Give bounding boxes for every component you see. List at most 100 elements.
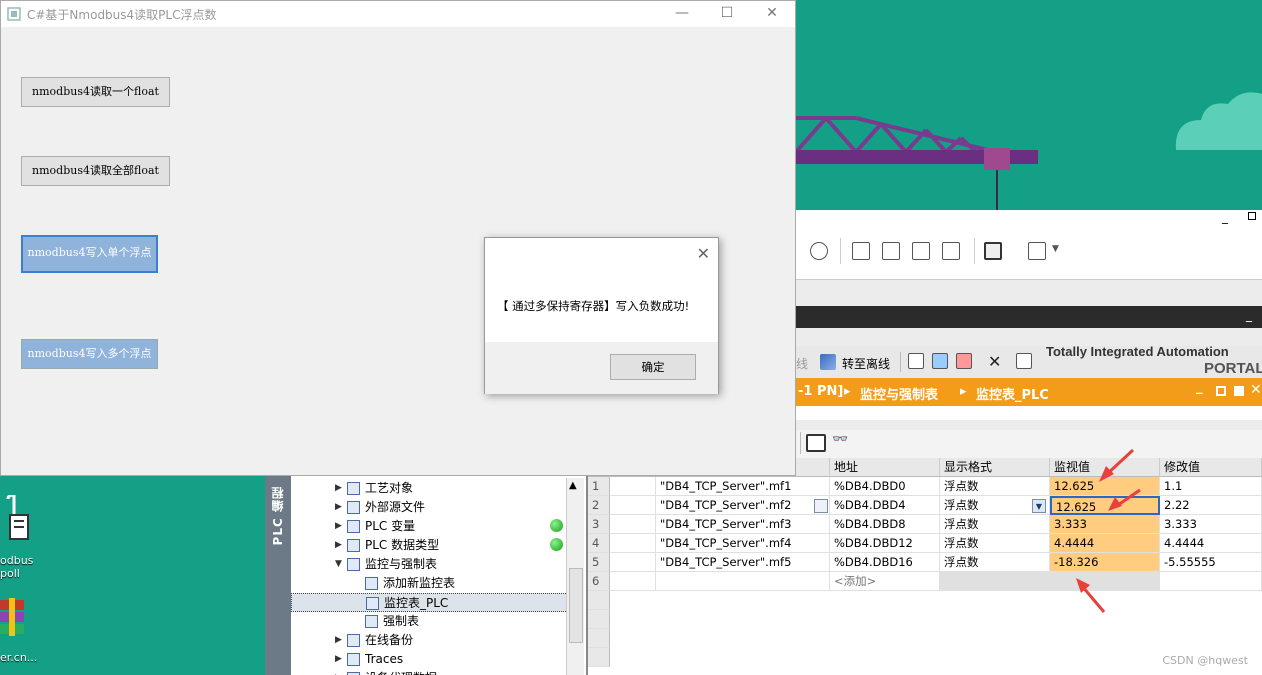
chevron-right-icon[interactable]: ▶	[335, 631, 342, 650]
msgbox-ok-button[interactable]: 确定	[610, 354, 696, 380]
row-modify-value[interactable]: 1.1	[1160, 477, 1262, 496]
tree-item[interactable]: 添加新监控表	[291, 574, 568, 593]
chevron-right-icon[interactable]: ▶	[335, 669, 342, 675]
fit-window-icon[interactable]	[912, 242, 930, 260]
row-name[interactable]: "DB4_TCP_Server".mf4	[656, 534, 830, 553]
row-name[interactable]: "DB4_TCP_Server".mf3	[656, 515, 830, 534]
row-modify-value[interactable]: 3.333	[1160, 515, 1262, 534]
table-header-address[interactable]: 地址	[830, 458, 940, 477]
row-name-spacer[interactable]	[610, 534, 656, 553]
row-address[interactable]: %DB4.DBD12	[830, 534, 940, 553]
write-single-float-button[interactable]: nmodbus4写入单个浮点	[21, 235, 158, 273]
row-address[interactable]: <添加>	[830, 572, 940, 591]
restore-icon[interactable]	[1216, 386, 1226, 396]
tree-item[interactable]: ▶ 外部源文件	[291, 498, 568, 517]
row-address[interactable]: %DB4.DBD0	[830, 477, 940, 496]
row-display-format[interactable]: 浮点数	[940, 515, 1050, 534]
minimize-icon[interactable]: _	[1246, 308, 1252, 322]
row-name-spacer[interactable]	[610, 496, 656, 515]
minimize-icon[interactable]: _	[1196, 380, 1203, 395]
split-vertical-icon[interactable]	[852, 242, 870, 260]
breadcrumb-watch-table[interactable]: 监控表_PLC	[976, 384, 1049, 403]
maximize-icon[interactable]	[1234, 386, 1244, 396]
split-horizontal-icon[interactable]	[882, 242, 900, 260]
tree-item[interactable]: 强制表	[291, 612, 568, 631]
row-number[interactable]: 6	[588, 572, 610, 591]
row-monitor-value[interactable]: 4.4444	[1050, 534, 1160, 553]
read-one-float-button[interactable]: nmodbus4读取一个float	[21, 77, 170, 107]
tree-item[interactable]: 监控表_PLC	[291, 593, 568, 612]
row-name-spacer[interactable]	[610, 477, 656, 496]
desktop-icon-modbus-poll[interactable]: odbus poll	[0, 493, 56, 580]
start-cpu-icon[interactable]	[932, 353, 948, 369]
row-name[interactable]: "DB4_TCP_Server".mf2	[656, 496, 830, 515]
row-monitor-value[interactable]: 12.625	[1050, 496, 1160, 515]
table-header-display-format[interactable]: 显示格式	[940, 458, 1050, 477]
breadcrumb-watch-force[interactable]: 监控与强制表	[860, 384, 938, 403]
read-all-float-button[interactable]: nmodbus4读取全部float	[21, 156, 170, 186]
go-offline-button[interactable]: 转至离线	[842, 355, 890, 372]
row-number[interactable]: 2	[588, 496, 610, 515]
row-display-format[interactable]: 浮点数	[940, 553, 1050, 572]
row-address[interactable]: %DB4.DBD8	[830, 515, 940, 534]
accessible-devices-icon[interactable]	[908, 353, 924, 369]
row-number[interactable]: 1	[588, 477, 610, 496]
row-display-format[interactable]: 浮点数	[940, 477, 1050, 496]
stop-cpu-icon[interactable]	[956, 353, 972, 369]
chevron-right-icon[interactable]: ▶	[335, 650, 342, 669]
desktop-icon-winrar[interactable]: er.cn...	[0, 598, 56, 664]
chevron-right-icon[interactable]: ▶	[335, 479, 342, 498]
row-name[interactable]: "DB4_TCP_Server".mf1	[656, 477, 830, 496]
scroll-thumb[interactable]	[569, 568, 583, 643]
close-button[interactable]: ✕	[749, 1, 795, 27]
scroll-up-icon[interactable]: ▲	[569, 480, 577, 491]
cross-icon[interactable]: ✕	[988, 352, 1001, 371]
row-number[interactable]: 3	[588, 515, 610, 534]
row-monitor-value[interactable]: -18.326	[1050, 553, 1160, 572]
row-address[interactable]: %DB4.DBD16	[830, 553, 940, 572]
expand-icon[interactable]	[1028, 242, 1046, 260]
tia-minimize-icon[interactable]: _	[1222, 210, 1228, 224]
table-header-monitor-value[interactable]: 监视值	[1050, 458, 1160, 477]
tree-scrollbar[interactable]: ▲	[566, 478, 584, 675]
online-diagnostics-icon[interactable]	[810, 242, 828, 260]
row-modify-value[interactable]: 2.22	[1160, 496, 1262, 515]
row-modify-value[interactable]: -5.55555	[1160, 553, 1262, 572]
maximize-button[interactable]: ☐	[704, 1, 750, 27]
row-display-format[interactable]: 浮点数	[940, 534, 1050, 553]
window-cascade-icon[interactable]	[942, 242, 960, 260]
row-name[interactable]: "DB4_TCP_Server".mf5	[656, 553, 830, 572]
terminal-icon[interactable]	[984, 242, 1002, 260]
go-offline-icon[interactable]	[820, 354, 836, 370]
tia-maximize-icon[interactable]	[1248, 212, 1256, 220]
row-name-spacer[interactable]	[610, 553, 656, 572]
row-number[interactable]: 5	[588, 553, 610, 572]
tree-item[interactable]: ▼ 监控与强制表	[291, 555, 568, 574]
tree-item[interactable]: ▶ Traces	[291, 650, 568, 669]
row-name[interactable]	[656, 572, 830, 591]
row-monitor-value[interactable]: 12.625	[1050, 477, 1160, 496]
close-icon[interactable]: ✕	[1250, 382, 1262, 398]
chevron-down-icon[interactable]: ▼	[1052, 244, 1059, 254]
write-multiple-float-button[interactable]: nmodbus4写入多个浮点	[21, 339, 158, 369]
monitor-once-icon[interactable]: 👓	[832, 432, 848, 447]
tree-item[interactable]: ▶ 在线备份	[291, 631, 568, 650]
tree-item[interactable]: ▶ 工艺对象	[291, 479, 568, 498]
go-online-label[interactable]: 线	[796, 355, 808, 372]
breadcrumb-device[interactable]: -1 PN]	[798, 384, 843, 399]
table-header-modify-value[interactable]: 修改值	[1160, 458, 1262, 477]
chevron-right-icon[interactable]: ▶	[335, 536, 342, 555]
row-monitor-value[interactable]: 3.333	[1050, 515, 1160, 534]
row-modify-value[interactable]: 4.4444	[1160, 534, 1262, 553]
msgbox-close-button[interactable]: ✕	[697, 244, 710, 263]
row-number[interactable]: 4	[588, 534, 610, 553]
tree-item[interactable]: ▶ PLC 变量	[291, 517, 568, 536]
address-detail-icon[interactable]	[814, 499, 828, 513]
chevron-right-icon[interactable]: ▶	[335, 517, 342, 536]
row-name-spacer[interactable]	[610, 515, 656, 534]
format-dropdown-icon[interactable]: ▼	[1032, 499, 1046, 513]
row-display-format[interactable]	[940, 572, 1050, 591]
chevron-down-icon[interactable]: ▼	[335, 555, 342, 574]
tree-item[interactable]: ▶ PLC 数据类型	[291, 536, 568, 555]
split-editor-icon[interactable]	[1016, 353, 1032, 369]
